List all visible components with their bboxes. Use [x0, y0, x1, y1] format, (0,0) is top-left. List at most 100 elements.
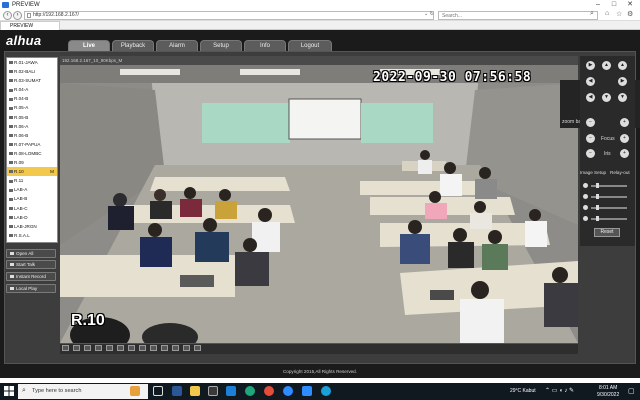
- channel-item[interactable]: R.01-JAWA: [7, 58, 57, 67]
- tab-info[interactable]: Info: [244, 40, 286, 51]
- layout-25-icon[interactable]: [106, 345, 113, 351]
- channel-item[interactable]: LAB-A: [7, 185, 57, 194]
- channel-item[interactable]: R.11: [7, 176, 57, 185]
- channel-item[interactable]: R.07-PAPUA: [7, 140, 57, 149]
- favorites-icon[interactable]: ☆: [616, 10, 622, 18]
- contrast-icon: [583, 194, 588, 199]
- tab-logout[interactable]: Logout: [288, 40, 332, 51]
- minimize-icon[interactable]: –: [590, 0, 606, 10]
- tab-live[interactable]: Live: [68, 40, 110, 51]
- camera-icon: [9, 70, 13, 74]
- channel-item[interactable]: LAB-D: [7, 213, 57, 222]
- tab-playback[interactable]: Playback: [112, 40, 154, 51]
- settings-gear-icon[interactable]: ⚙: [627, 10, 633, 18]
- fullscreen-icon[interactable]: [139, 345, 146, 351]
- browser-search-input[interactable]: [438, 11, 598, 20]
- taskbar-search-input[interactable]: Type here to search: [18, 384, 148, 399]
- home-icon[interactable]: ⌂: [605, 10, 609, 17]
- audio-icon[interactable]: [172, 345, 179, 351]
- back-arrow-icon[interactable]: ‹: [3, 11, 12, 20]
- zoom-icon[interactable]: [183, 345, 190, 351]
- channel-item[interactable]: LAB-JRGN: [7, 222, 57, 231]
- reset-button[interactable]: Reset: [594, 228, 620, 237]
- camera-icon: [9, 224, 13, 228]
- video-timestamp: 2022-09-30 07:56:58: [373, 70, 532, 85]
- hue-knob[interactable]: [596, 216, 599, 221]
- channel-item[interactable]: R.05-B: [7, 113, 57, 122]
- tab-alarm[interactable]: Alarm: [156, 40, 198, 51]
- brightness-knob[interactable]: [596, 183, 599, 188]
- channel-item[interactable]: LAB-B: [7, 194, 57, 203]
- notification-icon[interactable]: ▢: [628, 387, 635, 395]
- channel-item[interactable]: R.05-A: [7, 103, 57, 112]
- relay-out-tab[interactable]: Relay-out: [610, 170, 630, 175]
- zoom-app-icon[interactable]: [283, 386, 293, 396]
- channel-item[interactable]: R.04-B: [7, 94, 57, 103]
- ptz-up-right-icon[interactable]: ▲: [618, 61, 627, 70]
- layout-36-icon[interactable]: [117, 345, 124, 351]
- focus-plus-icon[interactable]: +: [620, 134, 629, 143]
- contrast-knob[interactable]: [596, 194, 599, 199]
- ptz-right-icon[interactable]: ▶: [618, 77, 627, 86]
- ptz-up-icon[interactable]: ▲: [602, 61, 611, 70]
- file-explorer-icon[interactable]: [190, 386, 200, 396]
- channel-item[interactable]: R.06-B: [7, 131, 57, 140]
- tab-setup[interactable]: Setup: [200, 40, 242, 51]
- news-widget-icon[interactable]: [130, 386, 140, 396]
- channel-item[interactable]: R.02-BALI: [7, 67, 57, 76]
- internet-explorer-icon[interactable]: [321, 386, 331, 396]
- instant-record-button[interactable]: Instant Record: [6, 272, 56, 281]
- record-toggle-icon[interactable]: [161, 345, 168, 351]
- url-field[interactable]: http://192.168.2.167/: [24, 11, 434, 20]
- maximize-icon[interactable]: □: [606, 0, 622, 10]
- focus-minus-icon[interactable]: −: [586, 134, 595, 143]
- channel-item[interactable]: R.03-SUMAT: [7, 76, 57, 85]
- taskbar-clock[interactable]: 8:01 AM 9/30/2022: [597, 385, 619, 399]
- channel-item[interactable]: R.08-LOMBC: [7, 149, 57, 158]
- channel-item[interactable]: R.09: [7, 158, 57, 167]
- channel-item[interactable]: R.04-A: [7, 85, 57, 94]
- windows-start-icon[interactable]: [4, 386, 14, 396]
- layout-1-icon[interactable]: [62, 345, 69, 351]
- local-play-button[interactable]: Local Play: [6, 284, 56, 293]
- chrome-icon[interactable]: [264, 386, 274, 396]
- saturation-knob[interactable]: [596, 205, 599, 210]
- word-icon[interactable]: [172, 386, 182, 396]
- open-all-button[interactable]: Open All: [6, 249, 56, 258]
- search-dropdown-icon[interactable]: ⌄ ↻: [424, 11, 434, 17]
- layout-16-icon[interactable]: [95, 345, 102, 351]
- forward-arrow-icon[interactable]: ›: [13, 11, 22, 20]
- layout-9-icon[interactable]: [84, 345, 91, 351]
- mail-icon[interactable]: [226, 386, 236, 396]
- snapshot-icon[interactable]: [150, 345, 157, 351]
- start-talk-button[interactable]: Start Talk: [6, 260, 56, 269]
- zoom-in-icon[interactable]: +: [620, 118, 629, 127]
- store-icon[interactable]: [208, 386, 218, 396]
- edge-icon[interactable]: [245, 386, 255, 396]
- zoom-out-icon[interactable]: −: [586, 118, 595, 127]
- ptz-down-left-icon[interactable]: ◀: [586, 93, 595, 102]
- browser-tab[interactable]: PREVIEW: [0, 21, 60, 30]
- ptz-down-right-icon[interactable]: ▼: [618, 93, 627, 102]
- iris-plus-icon[interactable]: +: [620, 149, 629, 158]
- iris-minus-icon[interactable]: −: [586, 149, 595, 158]
- camera-video-feed[interactable]: [60, 65, 578, 343]
- task-view-icon[interactable]: [153, 386, 163, 396]
- close-icon[interactable]: ✕: [622, 0, 638, 10]
- weather-widget[interactable]: 29°C Kabut: [510, 388, 536, 394]
- layout-custom-icon[interactable]: [128, 345, 135, 351]
- ptz-down-icon[interactable]: ▼: [602, 93, 611, 102]
- close-video-icon[interactable]: [194, 345, 201, 351]
- camera-icon: [9, 206, 13, 210]
- channel-item[interactable]: R.06-A: [7, 122, 57, 131]
- layout-4-icon[interactable]: [73, 345, 80, 351]
- channel-item[interactable]: R.S.A.L: [7, 231, 57, 240]
- image-setup-tab[interactable]: Image Setup: [580, 170, 606, 175]
- search-icon[interactable]: ⌕: [590, 10, 594, 18]
- ptz-left-icon[interactable]: ◀: [586, 77, 595, 86]
- channel-item-selected[interactable]: R.10 M: [7, 167, 57, 177]
- zoom-meeting-icon[interactable]: [302, 386, 312, 396]
- ptz-up-left-icon[interactable]: ▶: [586, 61, 595, 70]
- system-tray-icons[interactable]: ⌃ ▭ ◖ ♪ ✎: [545, 387, 574, 394]
- channel-item[interactable]: LAB-C: [7, 204, 57, 213]
